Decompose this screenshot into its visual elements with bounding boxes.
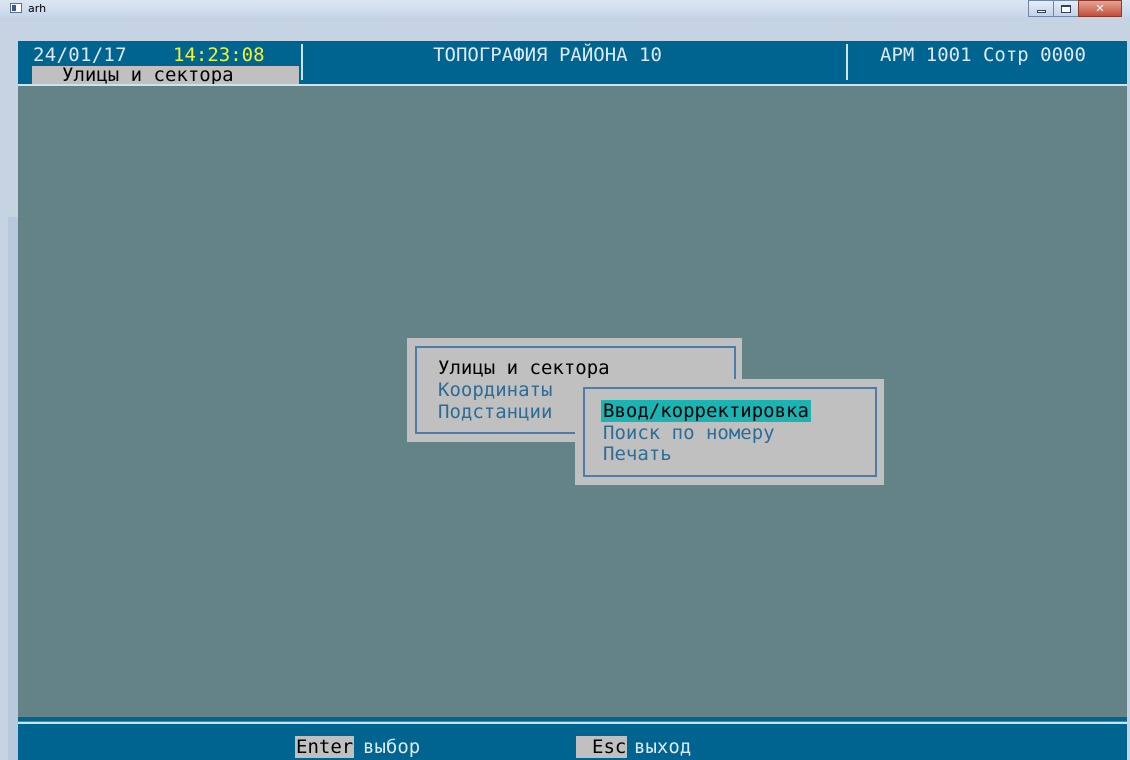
window-controls: ✕	[1028, 0, 1122, 17]
window-left-edge	[0, 17, 18, 760]
menu-item-substations[interactable]: Подстанции	[438, 401, 552, 423]
close-icon: ✕	[1095, 2, 1105, 15]
close-button[interactable]: ✕	[1078, 0, 1122, 17]
enter-key-action: выбор	[363, 736, 421, 758]
console-window-icon	[10, 3, 22, 13]
enter-key-hint[interactable]: Enter	[295, 736, 355, 758]
maximize-icon	[1061, 4, 1071, 13]
esc-key-action: выход	[634, 736, 692, 758]
app-window: arh ✕ 24/01/17 14:23:08 ТОПОГРАФИЯ РАЙОН…	[0, 0, 1130, 760]
maximize-button[interactable]	[1053, 0, 1079, 17]
submenu-item-search-by-number[interactable]: Поиск по номеру	[603, 422, 775, 444]
footer-top-line	[18, 717, 1127, 721]
header-underline	[18, 84, 1127, 86]
footer-bar: Enter выбор Esc выход	[18, 724, 1127, 760]
minimize-icon	[1036, 10, 1046, 13]
menu-item-streets-sectors[interactable]: Улицы и сектора	[438, 357, 610, 379]
window-title: arh	[28, 2, 47, 15]
esc-key-hint[interactable]: Esc	[576, 736, 628, 758]
sub-menu: Ввод/корректировка Поиск по номеру Печат…	[575, 379, 884, 485]
header-bar: 24/01/17 14:23:08 ТОПОГРАФИЯ РАЙОНА 10 А…	[18, 41, 1127, 86]
window-titlebar[interactable]: arh ✕	[0, 0, 1130, 17]
minimize-button[interactable]	[1028, 0, 1054, 17]
menu-item-coordinates[interactable]: Координаты	[438, 379, 552, 401]
submenu-item-print[interactable]: Печать	[603, 443, 672, 465]
header-workstation: АРМ 1001 Сотр 0000	[880, 44, 1086, 66]
active-section-tab: Улицы и сектора	[32, 66, 299, 85]
submenu-item-input-edit[interactable]: Ввод/корректировка	[601, 400, 811, 422]
header-divider-right	[846, 44, 848, 80]
